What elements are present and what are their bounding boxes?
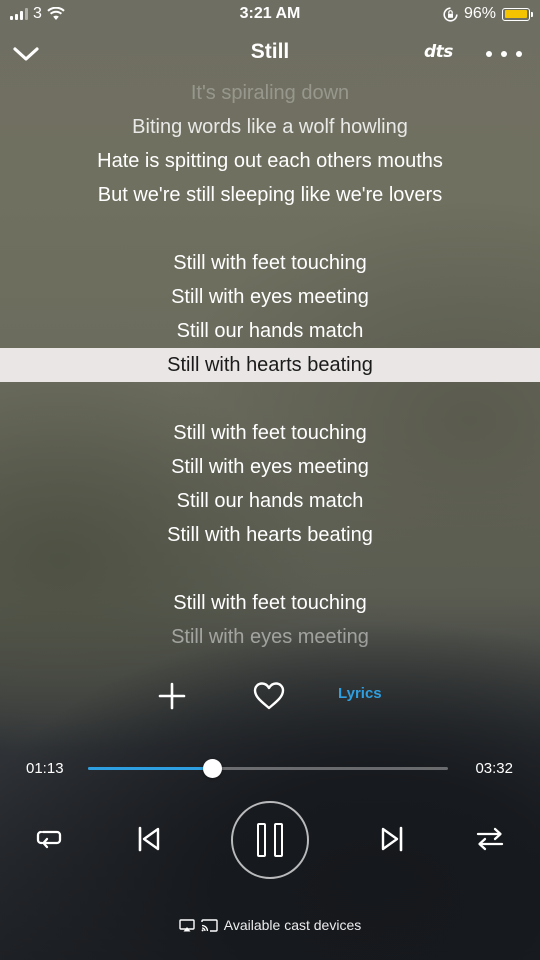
- battery-percent: 96%: [463, 5, 496, 22]
- lyric-line[interactable]: Still with eyes meeting: [0, 450, 540, 484]
- seek-track[interactable]: [88, 759, 448, 778]
- dts-button[interactable]: dts: [424, 42, 453, 62]
- lyric-line[interactable]: Biting words like a wolf howling: [0, 110, 540, 144]
- lyrics-view[interactable]: It's spiraling down Biting words like a w…: [0, 76, 540, 666]
- lyric-line-active[interactable]: Still with hearts beating: [0, 348, 540, 382]
- seek-fill: [88, 767, 213, 770]
- lyric-line[interactable]: Hate is spitting out each others mouths: [0, 144, 540, 178]
- lyric-line[interactable]: Still our hands match: [0, 484, 540, 518]
- more-icon[interactable]: [486, 42, 522, 66]
- lyric-line[interactable]: But we're still sleeping like we're love…: [0, 178, 540, 212]
- lyric-line[interactable]: [0, 382, 540, 416]
- song-title: Still: [250, 40, 290, 63]
- lyric-line[interactable]: [0, 212, 540, 246]
- battery-fill: [504, 10, 527, 18]
- orientation-lock-icon: [443, 6, 458, 22]
- plus-icon[interactable]: [156, 680, 188, 712]
- seek-knob[interactable]: [202, 759, 222, 778]
- status-right: 96%: [443, 5, 533, 23]
- cast-devices[interactable]: Available cast devices: [0, 914, 540, 936]
- player-header: Still dts: [0, 34, 540, 74]
- lyric-line[interactable]: Still with feet touching: [0, 586, 540, 620]
- lyric-line[interactable]: Still with eyes meeting: [0, 620, 540, 654]
- battery-icon: [502, 7, 533, 21]
- airplay-icon: [179, 918, 195, 931]
- heart-icon[interactable]: [252, 680, 286, 712]
- action-row: Lyrics: [0, 674, 540, 718]
- total-time: 03:32: [475, 760, 513, 777]
- shuffle-icon[interactable]: [474, 825, 506, 853]
- cast-icon: [201, 918, 218, 932]
- cast-label: Available cast devices: [223, 917, 362, 933]
- lyric-line[interactable]: Still our hands match: [0, 314, 540, 348]
- lyric-line[interactable]: Still with feet touching: [0, 246, 540, 280]
- previous-icon[interactable]: [136, 825, 162, 853]
- status-bar: 3 3:21 AM 96%: [0, 0, 540, 28]
- pause-icon[interactable]: [231, 801, 309, 879]
- elapsed-time: 01:13: [26, 760, 64, 777]
- lyric-line[interactable]: Still with eyes meeting: [0, 280, 540, 314]
- lyric-line[interactable]: Still with hearts beating: [0, 518, 540, 552]
- progress-bar: 01:13 03:32: [0, 756, 540, 780]
- lyrics-tab[interactable]: Lyrics: [338, 685, 382, 702]
- repeat-icon[interactable]: [34, 826, 64, 852]
- lyric-line[interactable]: [0, 552, 540, 586]
- lyric-line[interactable]: It's spiraling down: [0, 76, 540, 110]
- next-icon[interactable]: [379, 825, 405, 853]
- playback-controls: [0, 798, 540, 880]
- lyric-line[interactable]: Still with feet touching: [0, 416, 540, 450]
